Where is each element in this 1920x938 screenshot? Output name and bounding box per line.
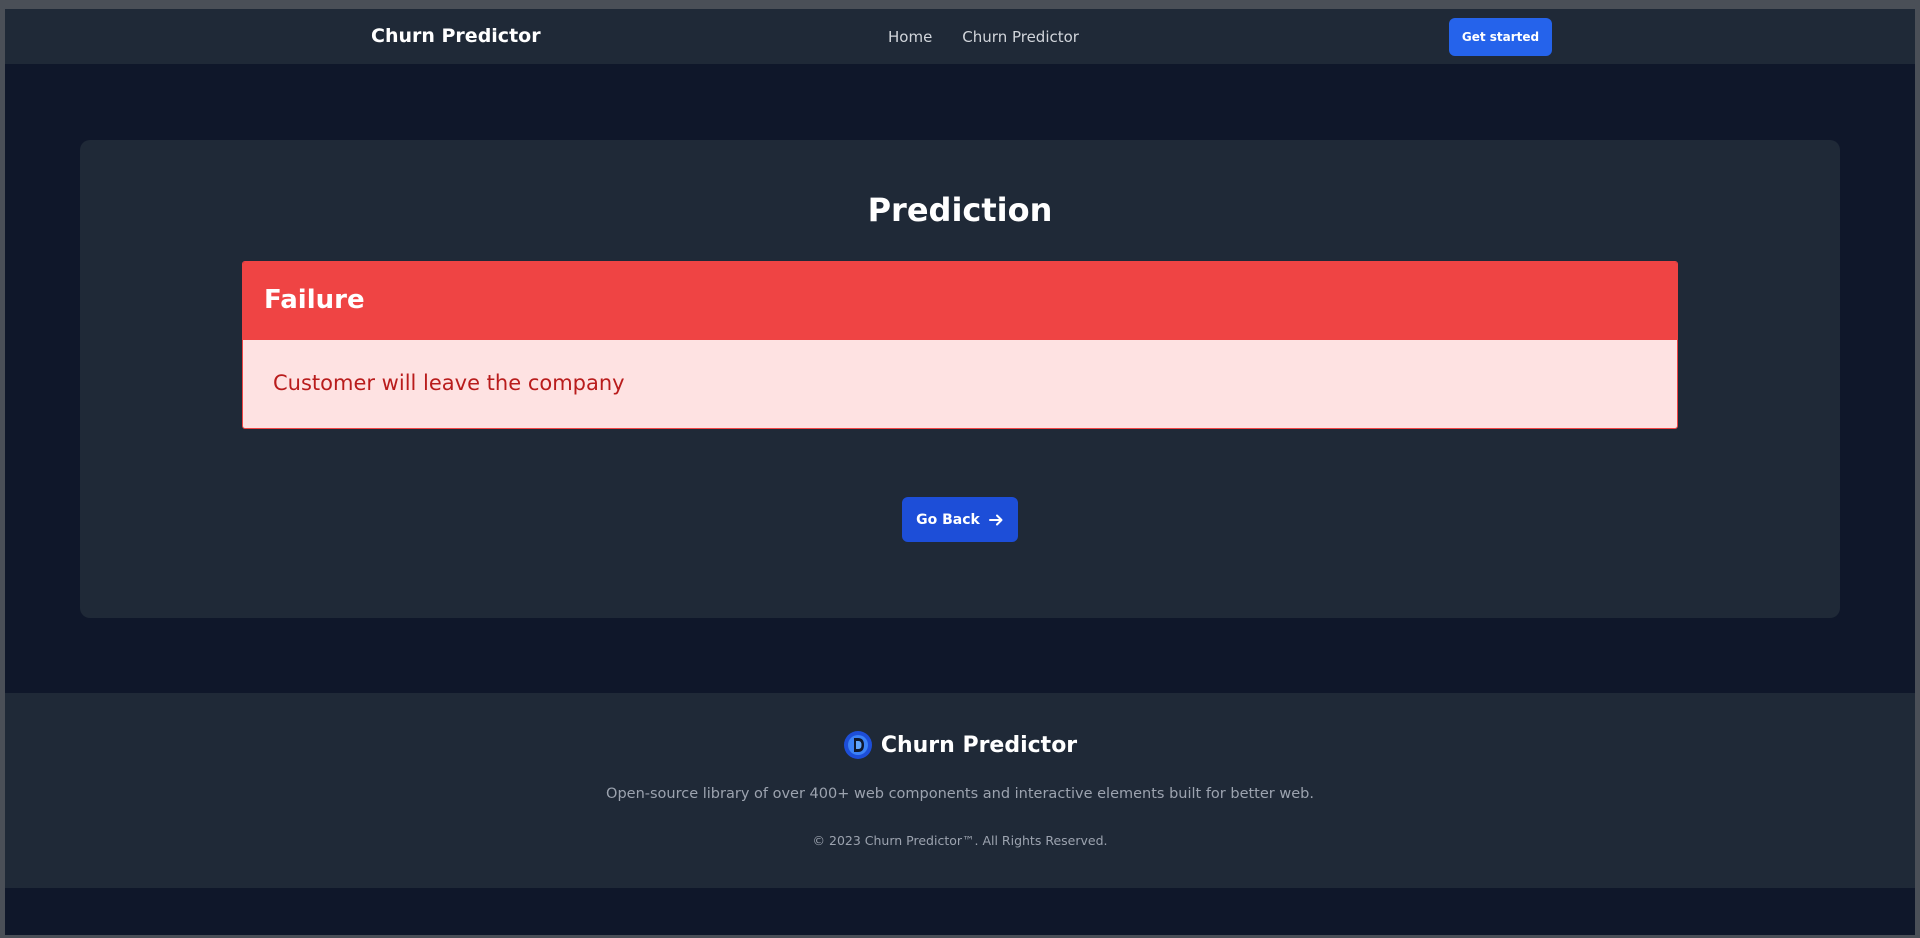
go-back-label: Go Back — [916, 511, 980, 528]
footer-brand-name: Churn Predictor — [880, 732, 1078, 758]
arrow-right-icon — [988, 514, 1003, 525]
footer-description: Open-source library of over 400+ web com… — [606, 786, 1314, 802]
failure-alert: Failure Customer will leave the company — [242, 261, 1678, 429]
footer: Churn Predictor Open-source library of o… — [5, 693, 1915, 888]
navbar: Churn Predictor Home Churn Predictor Get… — [5, 9, 1915, 64]
go-back-button[interactable]: Go Back — [902, 497, 1018, 542]
prediction-card: Prediction Failure Customer will leave t… — [80, 140, 1840, 618]
navbar-brand[interactable]: Churn Predictor — [371, 25, 541, 47]
browser-viewport: Churn Predictor Home Churn Predictor Get… — [5, 9, 1915, 935]
nav-link-churn-predictor[interactable]: Churn Predictor — [962, 28, 1079, 46]
footer-copyright: © 2023 Churn Predictor™. All Rights Rese… — [812, 833, 1108, 848]
get-started-button[interactable]: Get started — [1449, 18, 1552, 56]
nav-links: Home Churn Predictor — [888, 28, 1079, 46]
nav-link-home[interactable]: Home — [888, 28, 932, 46]
page-title: Prediction — [867, 191, 1053, 229]
alert-message: Customer will leave the company — [273, 371, 625, 395]
alert-title: Failure — [264, 285, 365, 315]
alert-header: Failure — [243, 262, 1677, 340]
footer-brand[interactable]: Churn Predictor — [5, 730, 1915, 760]
alert-body: Customer will leave the company — [243, 340, 1677, 428]
logo-icon — [843, 731, 872, 759]
